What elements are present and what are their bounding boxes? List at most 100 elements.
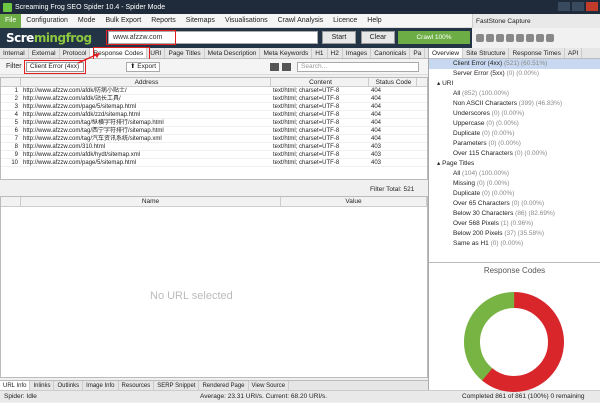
overview-item-count: (0) (0.00%) xyxy=(476,180,510,187)
table-row[interactable]: 3 http://www.afzzw.com/page/5/sitemap.htm… xyxy=(1,103,427,111)
tab-h1[interactable]: H1 xyxy=(312,48,328,58)
overview-item[interactable]: Server Error (5xx) (0) (0.00%) xyxy=(429,69,600,79)
overview-item[interactable]: ▴ URI xyxy=(429,79,600,89)
tab-h2[interactable]: H2 xyxy=(328,48,343,58)
menu-visualisations[interactable]: Visualisations xyxy=(220,14,273,28)
details-col-value[interactable]: Value xyxy=(281,197,427,206)
overview-item[interactable]: Missing (0) (0.00%) xyxy=(429,179,600,189)
overview-item-count: (0) (0.00%) xyxy=(486,120,519,127)
table-row[interactable]: 2 http://www.afzzw.com/afdk/站长工具/text/htm… xyxy=(1,95,427,103)
tab-resources[interactable]: Resources xyxy=(119,381,155,390)
col-status-code[interactable]: Status Code xyxy=(369,78,417,86)
tab-image-info[interactable]: Image Info xyxy=(83,381,119,390)
menu-configuration[interactable]: Configuration xyxy=(21,14,73,28)
tab-meta-description[interactable]: Meta Description xyxy=(205,48,261,58)
overview-item-count: (0) (0.00%) xyxy=(481,130,515,137)
tab-response-times[interactable]: Response Times xyxy=(509,48,565,58)
tab-external[interactable]: External xyxy=(29,48,60,58)
tab-uri[interactable]: URI xyxy=(147,48,166,58)
table-row[interactable]: 5 http://www.afzzw.com/tag/纵横字符排行/sitemap… xyxy=(1,119,427,127)
tab-api[interactable]: API xyxy=(565,48,583,58)
overview-item[interactable]: Duplicate (0) (0.00%) xyxy=(429,189,600,199)
menu-bulk-export[interactable]: Bulk Export xyxy=(100,14,146,28)
overview-item[interactable]: Underscores (0) (0.00%) xyxy=(429,109,600,119)
tree-view-icon[interactable] xyxy=(270,63,279,71)
tab-serp-snippet[interactable]: SERP Snippet xyxy=(154,381,200,390)
capture-icon-6[interactable] xyxy=(526,34,534,42)
col-address[interactable]: Address xyxy=(21,78,271,86)
row-index: 4 xyxy=(14,112,18,118)
menu-mode[interactable]: Mode xyxy=(73,14,101,28)
row-status: 404 xyxy=(371,104,382,110)
menu-file[interactable]: File xyxy=(0,13,22,28)
table-row[interactable]: 10 http://www.afzzw.com/page/5/sitemap.ht… xyxy=(1,159,427,167)
overview-item[interactable]: ▴ Page Titles xyxy=(429,159,600,169)
capture-icon-3[interactable] xyxy=(496,34,504,42)
menu-sitemaps[interactable]: Sitemaps xyxy=(181,14,220,28)
tab-rendered-page[interactable]: Rendered Page xyxy=(199,381,249,390)
tab-outlinks[interactable]: Outlinks xyxy=(54,381,84,390)
maximize-button[interactable] xyxy=(572,2,584,11)
overview-item[interactable]: Uppercase (0) (0.00%) xyxy=(429,119,600,129)
tab-site-structure[interactable]: Site Structure xyxy=(463,48,510,58)
overview-item[interactable]: All (852) (100.00%) xyxy=(429,89,600,99)
overview-item[interactable]: Same as H1 (0) (0.00%) xyxy=(429,239,600,249)
row-status: 403 xyxy=(371,152,382,158)
overview-item[interactable]: All (104) (100.00%) xyxy=(429,169,600,179)
minimize-button[interactable] xyxy=(558,2,570,11)
export-button[interactable]: ⬆ Export xyxy=(126,62,160,72)
col-content[interactable]: Content xyxy=(271,78,369,86)
search-input[interactable]: Search... xyxy=(297,62,419,72)
tab-meta-keywords[interactable]: Meta Keywords xyxy=(260,48,313,58)
details-header: Name Value xyxy=(1,197,427,207)
close-button[interactable] xyxy=(586,2,598,11)
capture-tool-bar[interactable]: FastStone Capture xyxy=(472,14,600,28)
clear-button[interactable]: Clear xyxy=(361,31,395,44)
overview-item[interactable]: Client Error (4xx) (521) (60.51%) xyxy=(429,59,600,69)
row-status: 404 xyxy=(371,128,382,134)
overview-item[interactable]: Below 200 Pixels (37) (35.58%) xyxy=(429,229,600,239)
row-index: 2 xyxy=(14,96,18,102)
capture-icon-8[interactable] xyxy=(546,34,554,42)
overview-item-label: Over 115 Characters xyxy=(453,150,513,157)
table-row[interactable]: 4 http://www.afzzw.com/afdk/zzd/sitemap.h… xyxy=(1,111,427,119)
tab-page-titles[interactable]: Page Titles xyxy=(165,48,205,58)
menu-reports[interactable]: Reports xyxy=(146,14,181,28)
menu-crawl-analysis[interactable]: Crawl Analysis xyxy=(273,14,329,28)
capture-icon-1[interactable] xyxy=(476,34,484,42)
capture-icon-5[interactable] xyxy=(516,34,524,42)
overview-item-label: Uppercase xyxy=(453,120,485,127)
overview-item-label: ▴ URI xyxy=(437,80,454,87)
list-view-icon[interactable] xyxy=(282,63,291,71)
row-status: 403 xyxy=(371,144,382,150)
overview-item[interactable]: Over 115 Characters (0) (0.00%) xyxy=(429,149,600,159)
table-row[interactable]: 7 http://www.afzzw.com/tag/汽车资讯系统/sitemap… xyxy=(1,135,427,143)
capture-icon-2[interactable] xyxy=(486,34,494,42)
tab-url-info[interactable]: URL Info xyxy=(0,381,31,390)
overview-item[interactable]: Parameters (0) (0.00%) xyxy=(429,139,600,149)
capture-icon-4[interactable] xyxy=(506,34,514,42)
overview-item[interactable]: Over 65 Characters (0) (0.00%) xyxy=(429,199,600,209)
table-row[interactable]: 9 http://www.afzzw.com/afdk/hydt/sitemap.… xyxy=(1,151,427,159)
tab-inlinks[interactable]: Inlinks xyxy=(30,381,55,390)
overview-item-count: (521) (60.51%) xyxy=(503,60,548,67)
capture-icon-7[interactable] xyxy=(536,34,544,42)
tab-pagination[interactable]: Pa xyxy=(410,48,426,58)
overview-item[interactable]: Over 568 Pixels (1) (0.96%) xyxy=(429,219,600,229)
table-row[interactable]: 8 http://www.afzzw.com/310.html text/html;… xyxy=(1,143,427,151)
tab-images[interactable]: Images xyxy=(343,48,372,58)
tab-view-source[interactable]: View Source xyxy=(249,381,290,390)
table-row[interactable]: 1 http://www.afzzw.com/afdk/防病小贴士/text/ht… xyxy=(1,87,427,95)
tab-canonicals[interactable]: Canonicals xyxy=(371,48,411,58)
overview-item[interactable]: Duplicate (0) (0.00%) xyxy=(429,129,600,139)
tab-internal[interactable]: Internal xyxy=(0,48,29,58)
menu-help[interactable]: Help xyxy=(362,14,386,28)
start-button[interactable]: Start xyxy=(322,31,356,44)
window-controls xyxy=(558,2,598,11)
menu-licence[interactable]: Licence xyxy=(328,14,362,28)
tab-overview[interactable]: Overview xyxy=(429,48,464,58)
table-row[interactable]: 6 http://www.afzzw.com/tag/西宁字符排行/sitemap… xyxy=(1,127,427,135)
details-col-name[interactable]: Name xyxy=(21,197,281,206)
overview-item[interactable]: Non ASCII Characters (399) (46.83%) xyxy=(429,99,600,109)
overview-item[interactable]: Below 30 Characters (86) (82.69%) xyxy=(429,209,600,219)
